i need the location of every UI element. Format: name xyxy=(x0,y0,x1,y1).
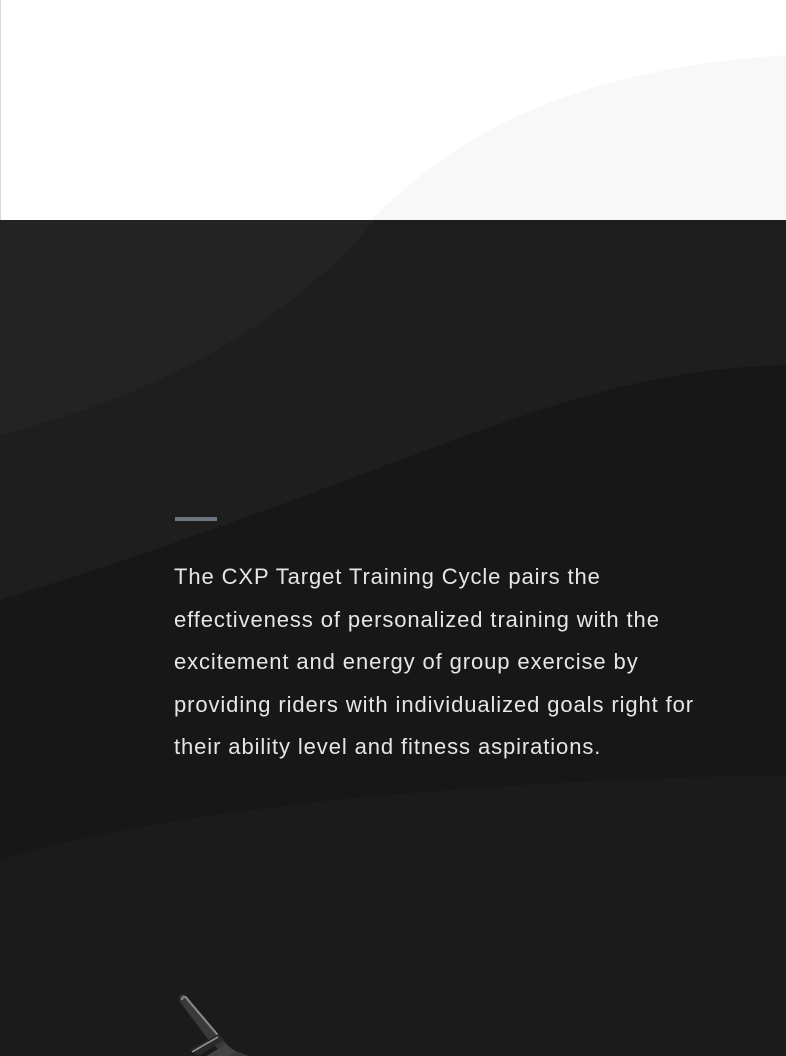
product-handlebar-image xyxy=(179,994,249,1056)
accent-line xyxy=(175,517,217,521)
intro-paragraph: The CXP Target Training Cycle pairs the … xyxy=(174,564,695,759)
top-background xyxy=(0,0,786,220)
top-wave-shape xyxy=(371,55,786,220)
page: The CXP Target Training Cycle pairs the … xyxy=(0,0,786,1056)
dark-section: The CXP Target Training Cycle pairs the … xyxy=(0,220,786,1056)
